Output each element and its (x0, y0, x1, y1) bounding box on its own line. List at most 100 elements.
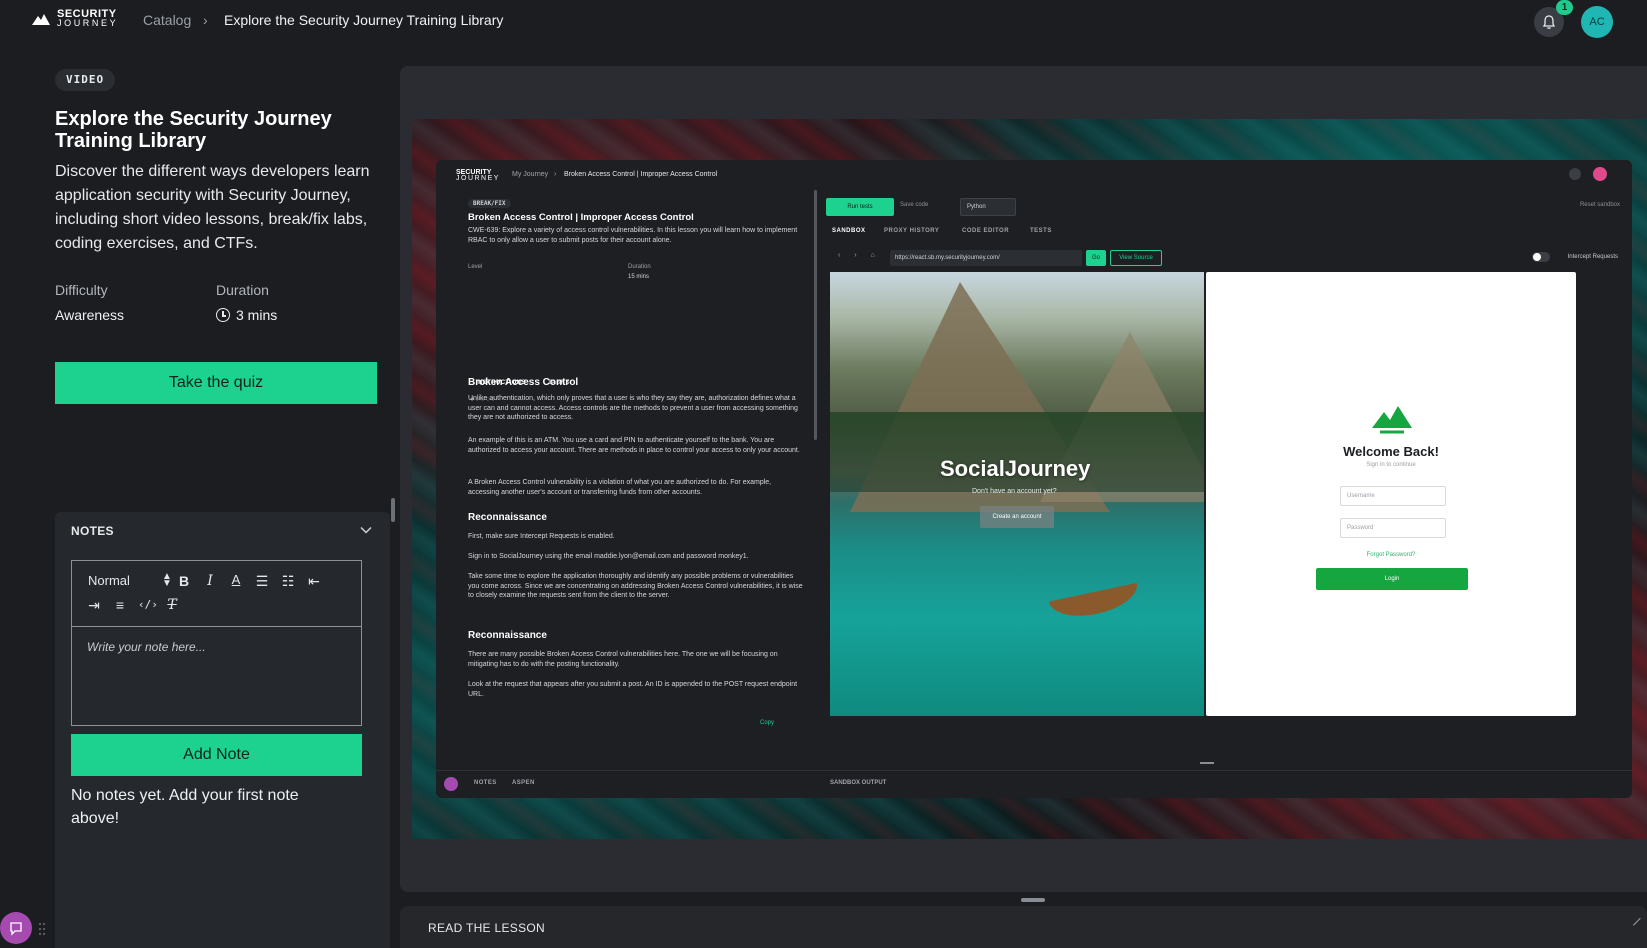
inner-scrollbar (814, 190, 817, 440)
inner-section1-heading: Broken Access Control (468, 377, 579, 388)
inner-go-button: Go (1086, 250, 1106, 266)
inner-panel-handle (1200, 762, 1214, 764)
inner-bell-icon (1569, 168, 1581, 180)
inner-section3-heading: Reconnaissance (468, 630, 547, 641)
read-the-lesson-panel[interactable]: READ THE LESSON (400, 906, 1647, 948)
add-note-button[interactable]: Add Note (71, 734, 362, 776)
inner-password-field: Password (1340, 518, 1446, 538)
inner-intercept-toggle (1532, 252, 1550, 262)
italic-icon[interactable]: I (202, 573, 218, 589)
inner-section2-p2: Sign in to SocialJourney using the email… (468, 553, 749, 560)
expand-icon[interactable] (1632, 917, 1647, 933)
inner-run-tests-button: Run tests (826, 198, 894, 216)
mountain-logo-icon (1372, 406, 1412, 434)
inner-breakfix-tag: BREAK/FIX (468, 199, 511, 208)
breadcrumb-current: Explore the Security Journey Training Li… (224, 12, 504, 28)
note-editor: Normal ▲ ▼ B I A ☰ ☷ ⇤ ⇥ ≡ ‹/› T (71, 560, 362, 726)
bullet-list-icon[interactable]: ☷ (280, 573, 296, 589)
take-quiz-button[interactable]: Take the quiz (55, 362, 377, 404)
inner-section2-p3: Take some time to explore the applicatio… (468, 573, 803, 599)
inner-language-select: Python (960, 198, 1016, 216)
inner-section3-p2: Look at the request that appears after y… (468, 681, 798, 698)
inner-save-code-button: Save code (900, 202, 929, 208)
inner-instructions-panel: BREAK/FIX Broken Access Control | Improp… (436, 190, 812, 768)
ordered-list-icon[interactable]: ☰ (254, 573, 270, 589)
notification-badge: 1 (1556, 0, 1573, 15)
inner-tab-sandbox: SANDBOX (832, 228, 866, 234)
inner-section1-p2: An example of this is an ATM. You use a … (468, 437, 800, 454)
notes-heading: NOTES (71, 524, 114, 538)
content-type-tag: VIDEO (55, 69, 116, 91)
duration-label: Duration (216, 282, 269, 298)
align-icon[interactable]: ≡ (112, 597, 128, 613)
difficulty-value: Awareness (55, 307, 125, 323)
inner-section1-p3: A Broken Access Control vulnerability is… (468, 479, 772, 496)
bold-icon[interactable]: B (176, 573, 192, 589)
security-journey-logo[interactable]: SECURITY JOURNEY (31, 9, 119, 28)
video-scrub-handle[interactable] (1021, 898, 1045, 902)
inner-login-subtitle: Sign in to continue (1366, 462, 1416, 468)
indent-icon[interactable]: ⇥ (86, 597, 102, 613)
inner-crumb-current: Broken Access Control | Improper Access … (564, 171, 718, 178)
inner-chat-icon (444, 777, 458, 791)
clock-icon (216, 308, 230, 322)
user-avatar[interactable]: AC (1581, 6, 1613, 38)
inner-level-label: Level (468, 264, 483, 270)
lesson-title: Explore the Security Journey Training Li… (55, 108, 332, 152)
inner-section3-p1: There are many possible Broken Access Co… (468, 651, 778, 668)
text-format-select[interactable]: Normal (88, 573, 130, 588)
code-icon[interactable]: ‹/› (138, 597, 158, 613)
select-arrows-icon: ▲ ▼ (162, 571, 172, 589)
inner-login-button: Login (1316, 568, 1468, 590)
brand-line-2: JOURNEY (57, 18, 119, 28)
inner-bottom-notes: NOTES (474, 780, 497, 786)
inner-tab-code-editor: CODE EDITOR (962, 228, 1010, 234)
inner-crumb-journey: My Journey (512, 171, 549, 178)
inner-top-bar: SECURITY JOURNEY My Journey › Broken Acce… (436, 160, 1632, 190)
inner-url-bar: https://react.sb.my.securityjourney.com/ (890, 250, 1082, 266)
inner-section2-p1: First, make sure Intercept Requests is e… (468, 533, 615, 540)
duration-text: 3 mins (236, 307, 278, 323)
inner-tab-tests: TESTS (1030, 228, 1052, 234)
inner-lake-scene-image: SocialJourney Don't have an account yet?… (830, 272, 1204, 716)
breadcrumb-catalog[interactable]: Catalog (143, 12, 191, 28)
inner-section1-p1: Unlike authentication, which only proves… (468, 395, 798, 421)
text-color-icon[interactable]: A (228, 572, 244, 588)
chat-button[interactable] (0, 912, 32, 944)
inner-sandbox-panel: Run tests Save code Python Reset sandbox… (820, 190, 1632, 786)
video-screen-content: SECURITY JOURNEY My Journey › Broken Acce… (436, 160, 1632, 798)
inner-tab-proxy-history: PROXY HISTORY (884, 228, 940, 234)
inner-intro: CWE-639: Explore a variety of access con… (468, 227, 798, 244)
inner-username-field: Username (1340, 486, 1446, 506)
inner-app-title: SocialJourney (940, 456, 1091, 481)
lesson-sidebar: VIDEO Explore the Security Journey Train… (0, 42, 398, 948)
empty-notes-message: No notes yet. Add your first note above! (71, 787, 299, 827)
bell-icon (1542, 15, 1556, 29)
note-input[interactable] (72, 628, 361, 725)
inner-brand-line-2: JOURNEY (456, 175, 500, 182)
inner-copy-button: Copy (760, 720, 775, 726)
inner-duration-label: Duration (628, 264, 651, 270)
inner-forgot-password-link: Forgot Password? (1366, 552, 1416, 558)
panel-resize-handle[interactable] (391, 498, 395, 522)
inner-app-subtitle: Don't have an account yet? (972, 488, 1057, 495)
inner-login-title: Welcome Back! (1343, 444, 1439, 459)
inner-view-source-button: View Source (1110, 250, 1162, 266)
mountain-logo-icon (32, 14, 50, 25)
inner-section2-heading: Reconnaissance (468, 512, 547, 523)
notes-panel: NOTES Normal ▲▼ B I A ☰ ☷ ⇤ ⇥ ≡ ‹/› T Ad… (55, 512, 390, 948)
inner-reset-sandbox: Reset sandbox (1579, 202, 1620, 208)
clear-format-icon[interactable]: T (164, 597, 180, 613)
inner-title: Broken Access Control | Improper Access … (468, 212, 694, 223)
inner-duration-value: 15 mins (628, 274, 650, 280)
inner-nav-arrows-icon: ‹ › ⌂ (838, 252, 881, 259)
outdent-icon[interactable]: ⇤ (306, 573, 322, 589)
read-the-lesson-label: READ THE LESSON (428, 921, 545, 935)
duration-value: 3 mins (216, 307, 277, 323)
inner-login-card: Welcome Back! Sign in to continue Userna… (1206, 272, 1576, 716)
drag-handle-icon[interactable] (38, 922, 46, 936)
chevron-down-icon[interactable] (360, 524, 372, 536)
top-bar: SECURITY JOURNEY Catalog › Explore the S… (0, 0, 1647, 42)
chat-bubble-icon (10, 922, 22, 936)
inner-crumb-sep: › (554, 171, 557, 178)
